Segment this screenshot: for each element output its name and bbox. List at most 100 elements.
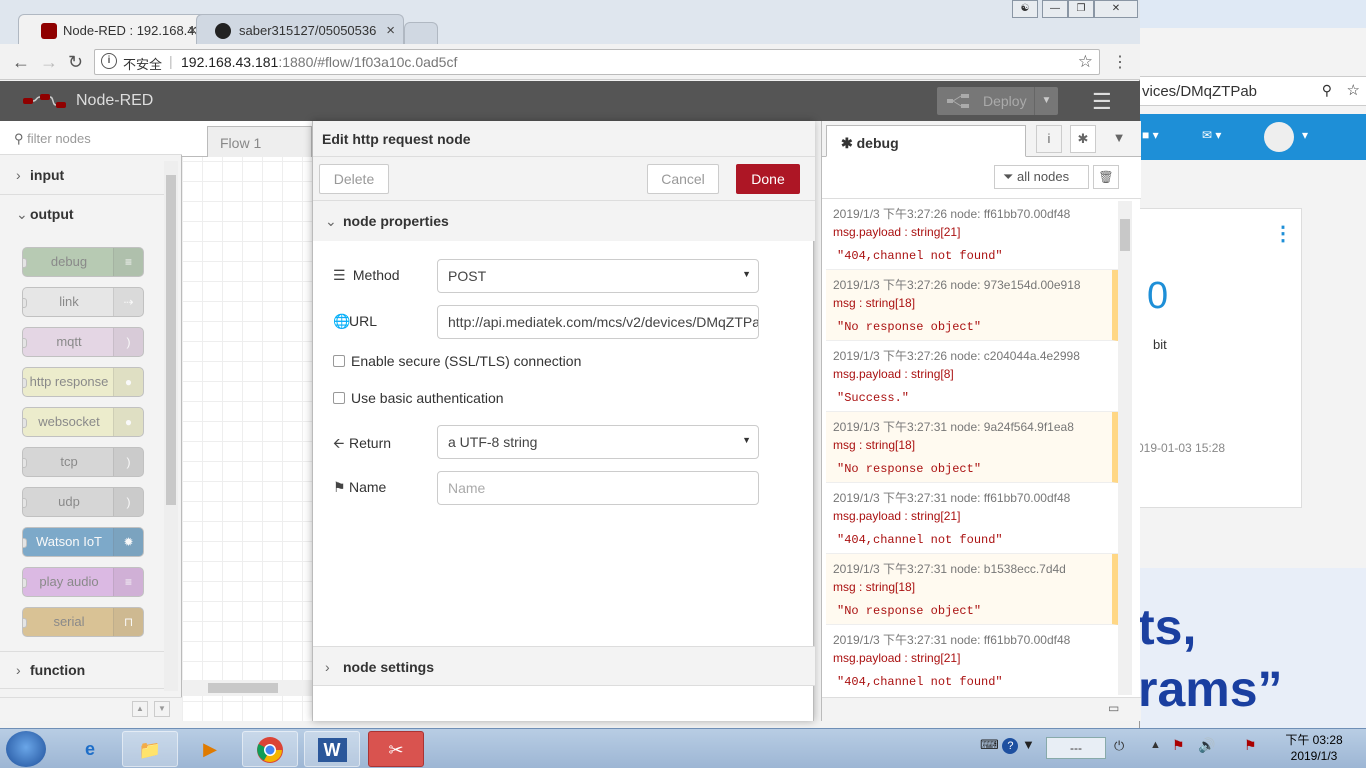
auth-checkbox[interactable]	[333, 392, 345, 404]
clock[interactable]: 下午 03:28 2019/1/3	[1276, 732, 1352, 764]
bookmark-star-icon[interactable]: ☆	[1078, 52, 1093, 72]
done-button[interactable]: Done	[736, 164, 800, 194]
palette-node-http-response[interactable]: http response ●	[22, 367, 144, 397]
palette-node-websocket[interactable]: websocket ●	[22, 407, 144, 437]
user-profile-icon[interactable]: ☯	[1012, 0, 1038, 18]
show-hidden-icons[interactable]: ▲	[1150, 739, 1161, 751]
url-input[interactable]: http://api.mediatek.com/mcs/v2/devices/D…	[437, 305, 759, 339]
info-tab-icon[interactable]: i	[1036, 125, 1062, 153]
sidebar-footer: ▭	[822, 697, 1141, 721]
edit-node-tray: Edit http request node Delete Cancel Don…	[312, 121, 815, 721]
tray-dropdown-icon[interactable]: ▼	[1022, 737, 1035, 752]
background-banner: ts, rams”	[1138, 568, 1366, 728]
clear-trash-icon[interactable]: 🗑	[1093, 165, 1119, 189]
word-icon[interactable]: W	[304, 731, 360, 767]
tls-checkbox[interactable]	[333, 355, 345, 367]
power-plug-icon[interactable]: ⏻	[1114, 738, 1124, 754]
keyboard-icon[interactable]: ⌨	[980, 737, 999, 752]
start-button[interactable]	[6, 731, 46, 767]
debug-message[interactable]: 2019/1/3 下午3:27:31 node: b1538ecc.7d4d ms…	[826, 554, 1118, 625]
snipping-tool-icon[interactable]: ✂	[368, 731, 424, 767]
node-properties-header[interactable]: ⌄ node properties	[313, 201, 815, 241]
palette-node-debug[interactable]: debug ≡	[22, 247, 144, 277]
cancel-button[interactable]: Cancel	[647, 164, 719, 194]
tls-checkbox-row[interactable]: Enable secure (SSL/TLS) connection	[333, 353, 581, 369]
volume-icon[interactable]: 🔊	[1198, 737, 1215, 754]
tab-node-red[interactable]: Node-RED : 192.168.43. ×	[18, 14, 206, 44]
deploy-button[interactable]: Deploy ▼	[937, 87, 1058, 115]
chrome-icon[interactable]	[242, 731, 298, 767]
category-output[interactable]: ⌄ output	[0, 196, 164, 234]
media-player-icon[interactable]: ▶	[182, 731, 238, 767]
arrow-left-icon: 🡨	[333, 435, 345, 451]
tab-flow-1[interactable]: Flow 1	[207, 126, 312, 157]
tasks-icon: ☰	[333, 267, 346, 283]
minimize-button[interactable]: —	[1042, 0, 1068, 18]
ie-icon[interactable]: e	[62, 731, 118, 767]
back-arrow-icon[interactable]: ←	[12, 52, 30, 73]
name-input[interactable]: Name	[437, 471, 759, 505]
close-window-button[interactable]: ✕	[1094, 0, 1138, 18]
palette-scrollbar[interactable]	[164, 161, 178, 691]
background-navbar: ■ ▾ ✉ ▾ ▾	[1138, 114, 1366, 160]
tab-github[interactable]: saber315127/05050536 ×	[196, 14, 404, 44]
debug-message[interactable]: 2019/1/3 下午3:27:31 node: ff61bb70.00df48…	[826, 483, 1118, 554]
help-icon[interactable]: ?	[1002, 738, 1019, 754]
restore-button[interactable]: ❐	[1068, 0, 1094, 18]
monitor-icon[interactable]: ▭	[1108, 701, 1119, 715]
hamburger-menu-icon[interactable]: ☰	[1092, 89, 1112, 115]
debug-message[interactable]: 2019/1/3 下午3:27:26 node: ff61bb70.00df48…	[826, 199, 1118, 270]
palette-node-link[interactable]: link ⇢	[22, 287, 144, 317]
action-center-icon[interactable]: ⚑	[1244, 737, 1257, 754]
file-explorer-icon[interactable]: 📁	[122, 731, 178, 767]
debug-scrollbar[interactable]	[1118, 201, 1132, 695]
background-address-bar[interactable]: vices/DMqZTPab ⚲ ☆	[1138, 76, 1366, 106]
chrome-menu-icon[interactable]: ⋮	[1112, 52, 1128, 72]
filter-all-nodes-button[interactable]: ⏷ all nodes	[994, 165, 1089, 189]
palette-node-mqtt[interactable]: mqtt)	[22, 327, 144, 357]
expand-all-icon[interactable]: ▼	[154, 701, 170, 717]
deploy-dropdown-icon[interactable]: ▼	[1034, 87, 1058, 115]
bg-star-icon[interactable]: ☆	[1347, 81, 1360, 99]
category-input[interactable]: › input	[0, 157, 164, 195]
chat-icon[interactable]: ✉ ▾	[1202, 128, 1221, 142]
palette-node-play-audio[interactable]: play audio ≡	[22, 567, 144, 597]
auth-checkbox-row[interactable]: Use basic authentication	[333, 390, 504, 406]
debug-tab-icon[interactable]: ✱	[1070, 125, 1096, 153]
palette-node-udp[interactable]: udp)	[22, 487, 144, 517]
palette-node-serial[interactable]: serial ⊓	[22, 607, 144, 637]
close-tab-icon[interactable]: ×	[386, 22, 395, 39]
palette-node-watson-iot[interactable]: Watson IoT ✹	[22, 527, 144, 557]
debug-message[interactable]: 2019/1/3 下午3:27:31 node: 9a24f564.9f1ea8…	[826, 412, 1118, 483]
debug-message[interactable]: 2019/1/3 下午3:27:26 node: 973e154d.00e918…	[826, 270, 1118, 341]
flow-workspace[interactable]	[182, 121, 312, 721]
workspace-scrollbar[interactable]	[182, 680, 312, 696]
return-select[interactable]: a UTF-8 string ▼	[437, 425, 759, 459]
debug-message[interactable]: 2019/1/3 下午3:27:26 node: c204044a.4e2998…	[826, 341, 1118, 412]
debug-message[interactable]: 2019/1/3 下午3:27:31 node: ff61bb70.00df48…	[826, 625, 1118, 693]
bg-nav-dropdown-icon[interactable]: ■ ▾	[1142, 128, 1159, 142]
omnibox[interactable]: i 不安全 | 192.168.43.181:1880/#flow/1f03a1…	[94, 49, 1100, 75]
tab-debug[interactable]: ✱ debug	[826, 125, 1026, 157]
forward-arrow-icon[interactable]: →	[40, 52, 58, 73]
tray-box[interactable]: ---	[1046, 737, 1106, 759]
sidebar-dropdown-icon[interactable]: ▼	[1106, 125, 1132, 153]
avatar[interactable]	[1264, 122, 1294, 152]
node-settings-header[interactable]: › node settings	[313, 646, 815, 686]
network-icon[interactable]: ⚑	[1172, 737, 1185, 754]
palette-node-tcp[interactable]: tcp)	[22, 447, 144, 477]
name-row: ⚑ Name Name	[333, 471, 793, 505]
delete-button[interactable]: Delete	[319, 164, 389, 194]
avatar-dropdown-icon[interactable]: ▾	[1302, 128, 1308, 142]
banner-line-2: rams”	[1138, 661, 1283, 717]
kebab-menu-icon[interactable]: ⋮	[1273, 221, 1293, 246]
method-select[interactable]: POST ▼	[437, 259, 759, 293]
category-function[interactable]: › function	[0, 651, 164, 689]
key-icon[interactable]: ⚲	[1322, 82, 1332, 99]
reload-icon[interactable]: ↻	[68, 52, 83, 73]
link-icon: ⇢	[113, 288, 143, 316]
palette-search-input[interactable]: ⚲ filter nodes	[0, 121, 182, 155]
new-tab-button[interactable]	[404, 22, 438, 44]
info-icon[interactable]: i	[101, 53, 117, 69]
collapse-all-icon[interactable]: ▲	[132, 701, 148, 717]
